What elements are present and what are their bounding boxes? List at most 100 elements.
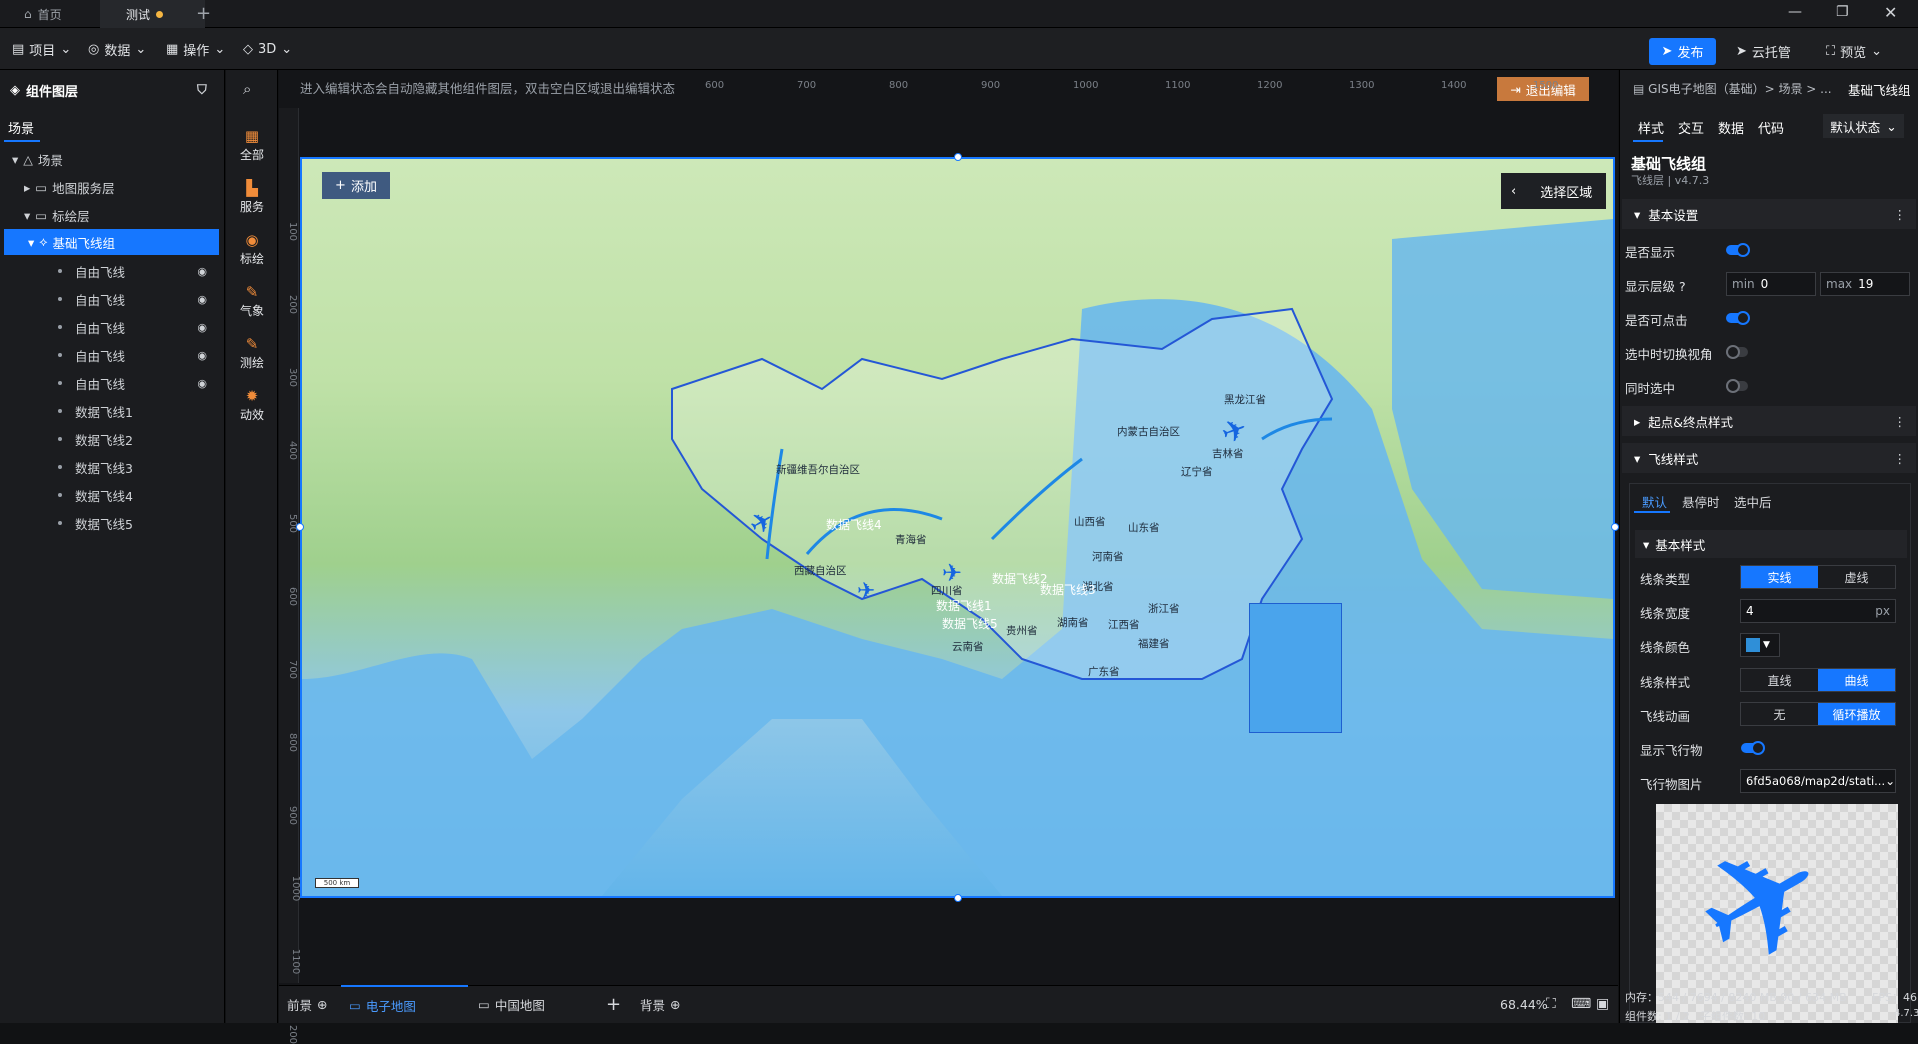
ruler-label: 700 [287, 659, 299, 680]
search-icon[interactable]: ⌕ [243, 80, 251, 98]
province-label: 新疆维吾尔自治区 [776, 464, 860, 476]
select-area-button[interactable]: ‹ 选择区域 [1501, 173, 1606, 209]
co-select-toggle[interactable] [1726, 379, 1748, 393]
option-none[interactable]: 无 [1741, 703, 1818, 725]
operate-menu[interactable]: ▦ 操作 ⌄ [166, 28, 225, 70]
add-button[interactable]: + 添加 [322, 172, 390, 199]
category-plot[interactable]: ◉ 标绘 [226, 231, 278, 267]
tree-item-data-flyline[interactable]: 数据飞线5 [4, 510, 219, 536]
show-flyer-toggle[interactable] [1741, 741, 1765, 755]
add-tab-button[interactable]: + [606, 985, 621, 1023]
section-basic-settings[interactable]: ▾ 基本设置 ⋮ [1622, 199, 1916, 229]
tree-item-map-service[interactable]: ▸ ▭ 地图服务层 [4, 174, 219, 200]
chevron-right-icon: ▸ [1634, 413, 1641, 429]
tree-item-flyline-group[interactable]: ▾ ⟡ 基础飞线组 [4, 229, 219, 255]
resize-handle[interactable] [1611, 523, 1619, 531]
state-select[interactable]: 默认状态 ⌄ [1823, 114, 1904, 138]
tab-data[interactable]: 数据 [1718, 118, 1744, 137]
tree-item-free-flyline[interactable]: 自由飞线 ◉ [4, 286, 219, 312]
line-style-segmented[interactable]: 直线 曲线 [1740, 668, 1896, 692]
resize-handle[interactable] [954, 153, 962, 161]
cloud-hosting-button[interactable]: ➤ 云托管 [1736, 38, 1791, 65]
tab-test[interactable]: 测试 [100, 0, 205, 28]
level-min-input[interactable]: min 0 [1726, 272, 1816, 296]
show-toggle[interactable] [1726, 243, 1750, 257]
chevron-down-icon: ▾ [12, 151, 19, 167]
option-dashed[interactable]: 虚线 [1818, 566, 1895, 588]
eye-off-icon[interactable]: ◉ [197, 349, 207, 362]
tree-item-scene[interactable]: ▾ △ 场景 [4, 146, 219, 172]
3d-menu[interactable]: ◇ 3D ⌄ [243, 28, 292, 70]
line-color-picker[interactable]: ▼ [1740, 633, 1780, 657]
section-basic-style[interactable]: ▾ 基本样式 [1635, 530, 1907, 558]
tab-interaction[interactable]: 交互 [1678, 118, 1704, 137]
resize-handle[interactable] [954, 894, 962, 902]
more-icon[interactable]: ⋮ [1894, 414, 1907, 429]
eye-off-icon[interactable]: ◉ [197, 377, 207, 390]
preview-button[interactable]: ⛶ 预览 ⌄ [1826, 38, 1882, 65]
category-all[interactable]: ▦ 全部 [226, 127, 278, 163]
fit-screen-icon[interactable]: ⛶ [1546, 985, 1556, 1023]
tab-china-map[interactable]: ▭ 中国地图 [478, 985, 545, 1023]
project-menu[interactable]: ▤ 项目 ⌄ [12, 28, 71, 70]
home-icon: ⌂ [24, 7, 32, 21]
resize-handle[interactable] [296, 523, 304, 531]
section-flyline-style[interactable]: ▾ 飞线样式 ⋮ [1622, 443, 1916, 473]
line-width-input[interactable]: 4 px [1740, 599, 1896, 623]
more-icon[interactable]: ⋮ [1894, 207, 1907, 222]
option-solid[interactable]: 实线 [1741, 566, 1818, 588]
tab-scene[interactable]: 场景 [8, 118, 34, 137]
subtab-default[interactable]: 默认 [1642, 492, 1667, 511]
tab-electronic-map[interactable]: ▭ 电子地图 [341, 985, 468, 1023]
tree-item-free-flyline[interactable]: 自由飞线 ◉ [4, 342, 219, 368]
tree-item-data-flyline[interactable]: 数据飞线3 [4, 454, 219, 480]
close-icon[interactable]: ✕ [1884, 3, 1897, 22]
option-straight[interactable]: 直线 [1741, 669, 1818, 691]
more-icon[interactable]: ⋮ [1894, 451, 1907, 466]
tree-item-free-flyline[interactable]: 自由飞线 ◉ [4, 370, 219, 396]
category-service[interactable]: ▙ 服务 [226, 179, 278, 215]
add-circle-icon[interactable]: ⊕ [670, 997, 680, 1012]
ruler-label: 400 [287, 440, 299, 461]
subtab-selected[interactable]: 选中后 [1734, 492, 1772, 511]
filter-icon[interactable]: ⛉ [197, 83, 207, 98]
flyer-image-select[interactable]: 6fd5a068/map2d/stati... ⌄ [1740, 769, 1896, 793]
minimize-icon[interactable]: — [1788, 4, 1802, 20]
add-circle-icon[interactable]: ⊕ [317, 997, 327, 1012]
fly-anim-segmented[interactable]: 无循环播放 [1740, 702, 1896, 726]
restore-icon[interactable]: ❐ [1836, 4, 1849, 20]
level-max-input[interactable]: max 19 [1820, 272, 1910, 296]
subtab-hover[interactable]: 悬停时 [1682, 492, 1720, 511]
tree-item-plot-layer[interactable]: ▾ ▭ 标绘层 [4, 202, 219, 228]
option-curve[interactable]: 曲线 [1818, 669, 1895, 691]
tab-foreground[interactable]: 前景 ⊕ [287, 985, 328, 1023]
tree-item-data-flyline[interactable]: 数据飞线4 [4, 482, 219, 508]
option-loop[interactable]: 循环播放 [1818, 703, 1895, 725]
eye-off-icon[interactable]: ◉ [197, 321, 207, 334]
tree-item-data-flyline[interactable]: 数据飞线2 [4, 426, 219, 452]
terminal-icon[interactable]: ▣ [1596, 985, 1609, 1023]
switch-view-toggle[interactable] [1726, 345, 1748, 359]
tab-home[interactable]: ⌂ 首页 [12, 0, 74, 28]
keyboard-icon[interactable]: ⌨ [1571, 985, 1591, 1023]
tree-item-data-flyline[interactable]: 数据飞线1 [4, 398, 219, 424]
tab-style[interactable]: 样式 [1638, 118, 1664, 137]
new-tab-button[interactable]: + [196, 3, 211, 24]
eye-off-icon[interactable]: ◉ [197, 293, 207, 306]
line-type-segmented[interactable]: 实线 虚线 [1740, 565, 1896, 589]
section-endpoint-style[interactable]: ▸ 起点&终点样式 ⋮ [1622, 406, 1916, 436]
tab-background[interactable]: 背景 ⊕ [640, 985, 681, 1023]
category-survey[interactable]: ✎ 测绘 [226, 335, 278, 371]
province-label: 数据飞线1 [936, 599, 992, 613]
tree-item-free-flyline[interactable]: 自由飞线 ◉ [4, 258, 219, 284]
tree-item-free-flyline[interactable]: 自由飞线 ◉ [4, 314, 219, 340]
clickable-toggle[interactable] [1726, 311, 1750, 325]
category-effect[interactable]: ✹ 动效 [226, 387, 278, 423]
zoom-level[interactable]: 68.44% [1500, 985, 1548, 1023]
data-menu[interactable]: ◎ 数据 ⌄ [88, 28, 146, 70]
publish-button[interactable]: ➤ 发布 [1649, 38, 1716, 65]
province-label: 贵州省 [1006, 625, 1038, 637]
tab-code[interactable]: 代码 [1758, 118, 1784, 137]
category-weather[interactable]: ✎ 气象 [226, 283, 278, 319]
eye-off-icon[interactable]: ◉ [197, 265, 207, 278]
